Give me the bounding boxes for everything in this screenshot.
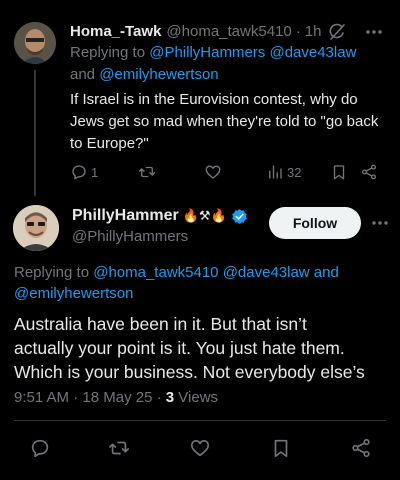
- author-handle[interactable]: @homa_tawk5410: [166, 23, 291, 40]
- separator-dot: ·: [69, 389, 83, 406]
- views-count: 32: [287, 164, 302, 180]
- reply-icon: [72, 165, 86, 180]
- like-icon: [205, 165, 221, 179]
- tweet-text: Australia have been in it. But that isn’…: [14, 312, 394, 384]
- bookmark-button[interactable]: [330, 160, 348, 184]
- views-icon: [269, 165, 282, 179]
- bookmark-icon: [333, 165, 345, 180]
- share-icon: [361, 164, 377, 180]
- action-bar: [0, 436, 400, 462]
- thread-line: [34, 70, 36, 196]
- author-name-row: PhillyHammer 🔥⚒🔥: [72, 207, 248, 225]
- like-button[interactable]: [204, 160, 222, 184]
- replying-label: Replying to: [14, 264, 94, 281]
- tweet-text-line: actually your point is it. You just hate…: [14, 338, 345, 358]
- tweet-meta: 9:51 AM · 18 May 25 · 3 Views: [14, 389, 218, 406]
- reply-icon: [31, 439, 49, 458]
- author-name[interactable]: Homa_-Tawk: [70, 23, 161, 40]
- timestamp[interactable]: 1h: [305, 23, 322, 40]
- tweet-text: If Israel is in the Eurovision contest, …: [70, 89, 388, 155]
- tweet-text-line: to Europe?": [70, 135, 149, 152]
- grok-icon[interactable]: [327, 22, 347, 42]
- reply-count: 1: [91, 164, 99, 180]
- replying-and: and: [70, 66, 100, 83]
- tweet-text-line: If Israel is in the Eurovision contest, …: [70, 91, 358, 108]
- tweet-text-line: Jews get so mad when they're told to "go…: [70, 113, 379, 130]
- author-name[interactable]: PhillyHammer: [72, 207, 179, 225]
- tweet-text-line: Which is your business. Not everybody el…: [14, 362, 365, 382]
- replying-user-link[interactable]: @emilyhewertson: [14, 285, 133, 302]
- replying-users-link[interactable]: @homa_tawk5410 @dave43law: [93, 264, 309, 281]
- bookmark-button[interactable]: [270, 436, 292, 460]
- replying-users-link[interactable]: @PhillyHammers @dave43law: [149, 44, 356, 61]
- views-label: Views: [174, 389, 219, 406]
- more-icon[interactable]: [364, 22, 384, 42]
- parent-header: Homa_-Tawk @homa_tawk5410 · 1h: [70, 20, 321, 42]
- follow-button[interactable]: Follow: [269, 207, 361, 239]
- parent-tweet[interactable]: Homa_-Tawk @homa_tawk5410 · 1h Replying …: [0, 0, 400, 196]
- tweet-time[interactable]: 9:51 AM: [14, 389, 69, 406]
- bookmark-icon: [274, 439, 288, 458]
- retweet-icon: [138, 166, 156, 178]
- replying-to: Replying to @homa_tawk5410 @dave43law an…: [14, 262, 386, 304]
- action-bar: 1 32: [62, 160, 392, 184]
- like-button[interactable]: [189, 436, 211, 460]
- avatar[interactable]: [14, 22, 56, 64]
- tweet-date[interactable]: 18 May 25: [82, 389, 152, 406]
- share-icon: [352, 438, 370, 458]
- avatar[interactable]: [13, 205, 59, 251]
- like-icon: [190, 440, 210, 457]
- views-count: 3: [165, 389, 175, 406]
- separator-dot: ·: [295, 22, 301, 40]
- replying-and: and: [309, 264, 339, 281]
- replying-to: Replying to @PhillyHammers @dave43law an…: [70, 42, 390, 86]
- share-button[interactable]: [360, 160, 378, 184]
- verified-icon: [231, 208, 247, 224]
- more-icon[interactable]: [370, 213, 390, 233]
- retweet-button[interactable]: [138, 160, 156, 184]
- reply-button[interactable]: 1: [70, 160, 98, 184]
- share-button[interactable]: [350, 436, 372, 460]
- tweet-text-line: Australia have been in it. But that isn’…: [14, 314, 307, 334]
- replying-user-link[interactable]: @emilyhewertson: [99, 66, 218, 83]
- reply-button[interactable]: [29, 436, 51, 460]
- author-handle[interactable]: @PhillyHammers: [72, 228, 188, 245]
- name-emoji: 🔥⚒🔥: [182, 208, 227, 223]
- retweet-button[interactable]: [108, 436, 130, 460]
- divider: [14, 420, 386, 421]
- replying-label: Replying to: [70, 44, 150, 61]
- retweet-icon: [109, 441, 129, 455]
- separator-dot: ·: [152, 389, 166, 406]
- views-button[interactable]: 32: [266, 160, 301, 184]
